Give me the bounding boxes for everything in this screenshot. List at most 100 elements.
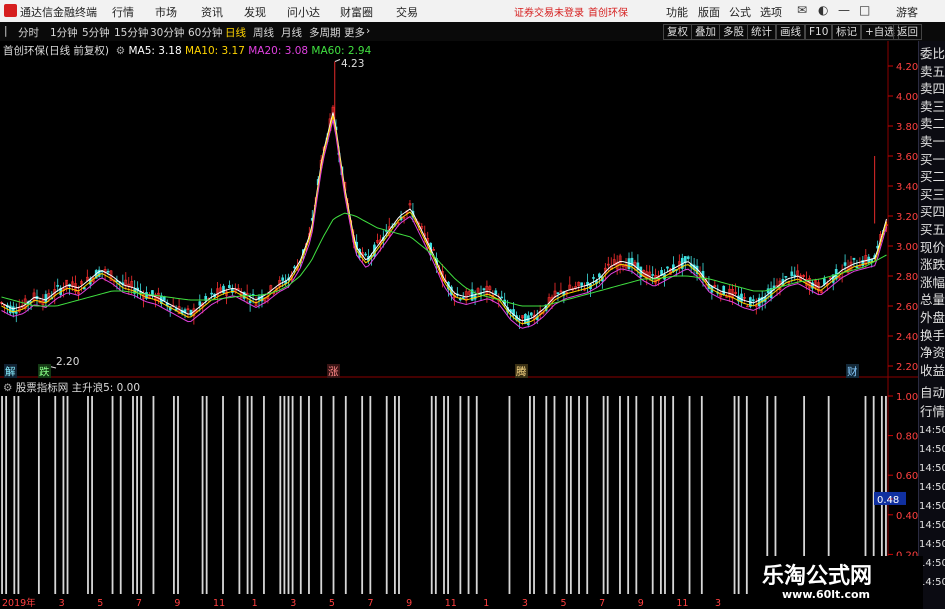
side-label[interactable]: 现价: [919, 240, 945, 255]
menu-item-layout[interactable]: 版面: [698, 4, 720, 20]
side-label[interactable]: 换手: [919, 328, 945, 343]
side-label[interactable]: 收益: [919, 363, 945, 378]
period-tab-daily[interactable]: 日线: [225, 25, 246, 40]
price-tick-label: 4.20: [896, 62, 918, 73]
side-label[interactable]: 买五: [919, 223, 945, 237]
collapse-icon[interactable]: |: [4, 25, 8, 37]
menu-item-ask[interactable]: 问小达: [287, 4, 320, 20]
menu-item-trade[interactable]: 交易: [396, 4, 418, 20]
event-marker-tencent[interactable]: 腾: [515, 364, 528, 379]
time-tick-label: 3: [290, 598, 296, 609]
side-label[interactable]: 净资: [919, 346, 945, 360]
multi-stock-button[interactable]: 多股: [719, 24, 748, 40]
side-time-label[interactable]: 14:50: [919, 519, 945, 533]
indicator-bar: [545, 396, 548, 594]
menu-item-discover[interactable]: 发现: [244, 4, 266, 20]
side-label[interactable]: 买四: [919, 205, 945, 219]
minimize-icon[interactable]: —: [838, 3, 850, 17]
draw-line-button[interactable]: 画线: [776, 24, 805, 40]
side-label[interactable]: 买三: [919, 187, 945, 202]
side-time-label[interactable]: 14:50: [919, 443, 945, 457]
kline-chart[interactable]: 4.20 4.00 3.80 3.60 3.40 3.20 3.00 2.80 2.60 2.40…: [0, 41, 918, 378]
candle-body: [855, 266, 859, 269]
statistics-button[interactable]: 统计: [747, 24, 776, 40]
period-tab-monthly[interactable]: 月线: [281, 25, 302, 40]
indicator-bar: [459, 396, 462, 594]
indicator-bar: [246, 396, 249, 594]
side-label[interactable]: 卖二: [919, 117, 945, 131]
menu-item-markets[interactable]: 市场: [155, 4, 177, 20]
maximize-icon[interactable]: □: [859, 3, 870, 17]
login-alert[interactable]: 证券交易未登录: [514, 4, 584, 19]
event-marker-finance[interactable]: 财: [846, 364, 859, 379]
side-time-label[interactable]: 14:50: [919, 538, 945, 552]
side-label[interactable]: 涨幅: [919, 275, 945, 290]
indicator-bar: [651, 396, 654, 594]
side-label[interactable]: 涨跌: [919, 258, 945, 272]
period-tab-multi[interactable]: 多周期: [309, 25, 341, 40]
menu-item-market[interactable]: 行情: [112, 4, 134, 20]
side-time-label[interactable]: 14:50: [919, 481, 945, 495]
period-tab-30min[interactable]: 30分钟: [150, 25, 184, 40]
indicator-bar: [62, 396, 65, 594]
side-time-label[interactable]: 14:50: [919, 500, 945, 514]
indicator-settings-icon[interactable]: ⚙: [3, 382, 16, 394]
ma10-legend: MA10: 3.17: [185, 45, 245, 57]
period-tab-15min[interactable]: 15分钟: [114, 25, 148, 40]
side-label[interactable]: 买一: [919, 152, 945, 167]
side-time-label[interactable]: 14:50: [919, 462, 945, 476]
indicator-bar: [606, 396, 609, 594]
message-icon[interactable]: ✉: [797, 3, 807, 17]
more-chevron-icon[interactable]: ›: [366, 25, 370, 37]
indicator-bar: [201, 396, 204, 594]
menu-item-options[interactable]: 选项: [760, 4, 782, 20]
indicator-bar: [745, 396, 748, 594]
side-label[interactable]: 买二: [919, 170, 945, 184]
user-label[interactable]: 游客: [896, 4, 918, 20]
side-label[interactable]: 卖五: [919, 64, 945, 79]
indicator-bar: [533, 396, 535, 594]
side-time-label[interactable]: 14:50: [919, 424, 945, 438]
indicator-bar: [119, 396, 122, 594]
mark-button[interactable]: 标记: [832, 24, 861, 40]
side-label[interactable]: 总量: [919, 293, 945, 307]
back-button[interactable]: 返回: [893, 24, 922, 40]
period-tab-5min[interactable]: 5分钟: [82, 25, 110, 40]
menu-item-wealth[interactable]: 财富圈: [340, 4, 373, 20]
overlay-button[interactable]: 叠加: [691, 24, 720, 40]
side-label[interactable]: 委比: [919, 47, 945, 61]
side-mode-label[interactable]: 自动: [919, 386, 945, 400]
f10-button[interactable]: F10: [805, 24, 833, 40]
restore-rights-button[interactable]: 复权: [663, 24, 692, 40]
event-marker-unlock[interactable]: 解: [4, 364, 17, 379]
menu-item-formula[interactable]: 公式: [729, 4, 751, 20]
menu-item-functions[interactable]: 功能: [666, 4, 688, 20]
side-mode-label[interactable]: 行情: [919, 405, 945, 419]
time-tick-label: 7: [599, 598, 605, 609]
period-tab-1min[interactable]: 1分钟: [50, 25, 78, 40]
indicator-bar: [578, 396, 580, 594]
side-label[interactable]: 卖四: [919, 82, 945, 96]
event-marker-fall[interactable]: 跌: [38, 364, 51, 379]
period-tab-60min[interactable]: 60分钟: [188, 25, 222, 40]
period-tab-more[interactable]: 更多: [344, 25, 365, 40]
indicator-bar: [344, 396, 347, 594]
indicator-bar: [553, 396, 556, 594]
side-label[interactable]: 外盘: [919, 311, 945, 325]
indicator-bar: [299, 396, 302, 594]
skin-icon[interactable]: ◐: [818, 3, 828, 17]
watermark-title: 乐淘公式网: [762, 563, 873, 589]
indicator-bar: [393, 396, 396, 594]
side-label[interactable]: 卖三: [919, 99, 945, 114]
side-label[interactable]: 卖一: [919, 135, 945, 149]
period-tab-intraday[interactable]: 分时: [18, 25, 39, 40]
app-name: 通达信金融终端: [20, 6, 97, 19]
period-tab-weekly[interactable]: 周线: [253, 25, 274, 40]
menu-item-news[interactable]: 资讯: [201, 4, 223, 20]
candle-body: [852, 257, 856, 260]
settings-icon[interactable]: ⚙: [112, 45, 125, 57]
indicator-bar: [508, 396, 511, 594]
candle-body: [482, 288, 486, 291]
event-marker-rise[interactable]: 涨: [327, 364, 340, 379]
indicator-bar: [737, 396, 740, 594]
